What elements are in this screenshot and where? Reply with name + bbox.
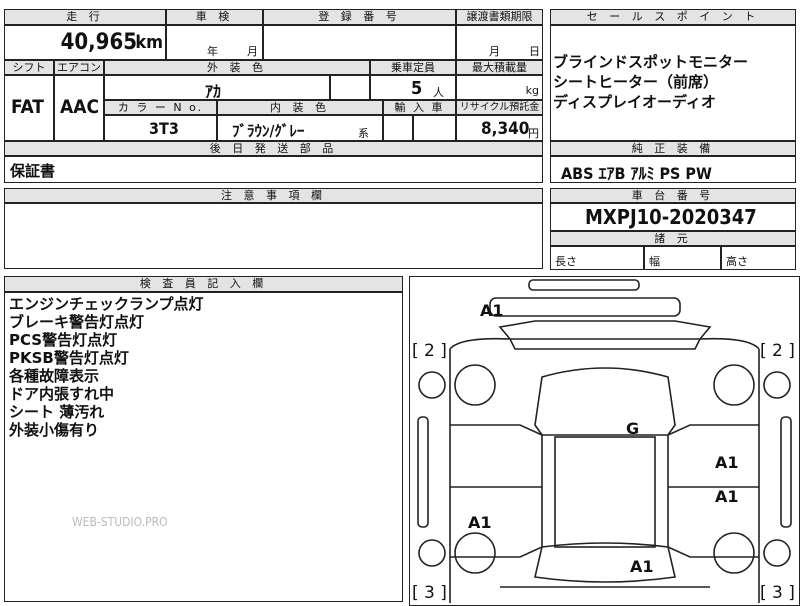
recycle-cell: 8,340 円 <box>456 115 543 141</box>
mileage-value: 40,965 <box>60 30 137 55</box>
aircon-value: AAC <box>60 96 100 118</box>
transfer-header: 譲渡書類期限 <box>456 9 543 25</box>
damage-mark-a1: A1 <box>715 453 739 472</box>
capacity-value: 5 <box>411 78 423 99</box>
inspector-line: 外装小傷有り <box>9 421 100 439</box>
inspector-line: ブレーキ警告灯点灯 <box>9 313 145 331</box>
sales-point-item: ブラインドスポットモニター <box>553 53 749 71</box>
inspector-line: PCS警告灯点灯 <box>9 331 118 349</box>
bracket-label: [ 2 ] <box>412 341 447 361</box>
later-parts-cell: 保証書 <box>4 156 543 183</box>
exterior-color-extra-cell <box>330 75 370 100</box>
max-load-header: 最大積載量 <box>456 60 543 75</box>
inspector-line: エンジンチェックランプ点灯 <box>9 295 204 313</box>
load-unit: kg <box>525 84 539 97</box>
damage-mark-g: G <box>626 419 640 438</box>
interior-color-header: 内 装 色 <box>217 100 383 115</box>
interior-suffix: 系 <box>358 127 369 140</box>
transfer-cell: 月 日 <box>456 25 543 60</box>
dim-height-cell: 高さ <box>721 246 796 270</box>
interior-color-value: ﾌﾞﾗｳﾝ/ｸﾞﾚｰ <box>232 122 305 140</box>
exterior-color-cell: ｱｶ <box>104 75 330 101</box>
transfer-month: 月 <box>489 45 500 58</box>
damage-mark-a1: A1 <box>715 487 739 506</box>
inspection-month: 月 <box>247 45 258 58</box>
damage-mark-a1: A1 <box>480 301 504 320</box>
registration-header: 登 録 番 号 <box>263 9 456 25</box>
capacity-header: 乗車定員 <box>370 60 456 75</box>
bracket-label: [ 2 ] <box>760 341 795 361</box>
dim-length-label: 長さ <box>555 255 577 268</box>
car-diagram: A1 G A1 A1 A1 A1 [ 2 ] [ 2 ] [ 3 ] [ 3 ] <box>409 276 800 606</box>
bracket-label: [ 3 ] <box>412 583 447 603</box>
damage-mark-a1: A1 <box>468 513 492 532</box>
inspector-line: 各種故障表示 <box>9 367 100 385</box>
sales-point-item: シートヒーター（前席） <box>553 73 719 91</box>
chassis-value: MXPJ10-2020347 <box>585 205 757 229</box>
equipment-cell: ABS ｴｱB ｱﾙﾐ PS PW <box>550 156 796 183</box>
capacity-cell: 5 人 <box>370 75 456 100</box>
inspection-year: 年 <box>207 45 218 58</box>
color-no-cell: 3T3 <box>104 115 217 141</box>
mileage-unit: km <box>135 32 163 53</box>
recycle-header: リサイクル預託金 <box>456 100 543 115</box>
equipment-value: ABS ｴｱB ｱﾙﾐ PS PW <box>561 164 712 183</box>
car-outline-drawing <box>417 279 792 603</box>
capacity-unit: 人 <box>433 86 444 99</box>
notes-header: 注 意 事 項 欄 <box>4 188 543 203</box>
chassis-header: 車 台 番 号 <box>550 188 796 203</box>
inspection-cell: 年 月 <box>166 25 263 60</box>
dim-length-cell: 長さ <box>550 246 644 270</box>
recycle-unit: 円 <box>528 127 539 140</box>
color-no-value: 3T3 <box>149 119 179 138</box>
inspector-line: PKSB警告灯点灯 <box>9 349 129 367</box>
import-cell-b <box>413 115 456 141</box>
sales-point-item: ディスプレイオーディオ <box>553 93 716 111</box>
inspection-header: 車 検 <box>166 9 263 25</box>
max-load-cell: kg <box>456 75 543 100</box>
watermark: WEB-STUDIO.PRO <box>72 515 168 529</box>
dim-width-label: 幅 <box>649 255 660 268</box>
later-parts-value: 保証書 <box>10 162 56 180</box>
sales-points-cell: ブラインドスポットモニター シートヒーター（前席） ディスプレイオーディオ <box>550 25 796 141</box>
inspector-cell: エンジンチェックランプ点灯 ブレーキ警告灯点灯 PCS警告灯点灯 PKSB警告灯… <box>4 292 403 602</box>
aircon-header: エアコン <box>54 60 104 75</box>
exterior-color-header: 外 装 色 <box>104 60 370 75</box>
mileage-header: 走 行 <box>4 9 166 25</box>
shift-header: シフト <box>4 60 54 75</box>
exterior-color-value: ｱｶ <box>205 82 222 101</box>
later-parts-header: 後 日 発 送 部 品 <box>4 141 543 156</box>
import-header: 輸 入 車 <box>383 100 456 115</box>
shift-value: FAT <box>11 96 44 118</box>
registration-cell <box>263 25 456 60</box>
dim-width-cell: 幅 <box>644 246 721 270</box>
inspector-line: シート 薄汚れ <box>9 403 105 421</box>
equipment-header: 純 正 装 備 <box>550 141 796 156</box>
inspector-header: 検 査 員 記 入 欄 <box>4 276 403 292</box>
notes-cell <box>4 203 543 269</box>
dim-height-label: 高さ <box>726 255 748 268</box>
sales-points-header: セ ー ル ス ポ イ ン ト <box>550 9 796 25</box>
aircon-cell: AAC <box>54 75 104 141</box>
damage-mark-a1: A1 <box>630 557 654 576</box>
chassis-cell: MXPJ10-2020347 <box>550 203 796 231</box>
shift-cell: FAT <box>4 75 54 141</box>
dimensions-header: 諸 元 <box>550 231 796 246</box>
color-no-header: カ ラ ー N o. <box>104 100 217 115</box>
transfer-day: 日 <box>529 45 540 58</box>
interior-color-cell: ﾌﾞﾗｳﾝ/ｸﾞﾚｰ 系 <box>217 115 383 141</box>
recycle-value: 8,340 <box>481 119 530 139</box>
bracket-label: [ 3 ] <box>760 583 795 603</box>
import-cell-a <box>383 115 413 141</box>
mileage-cell: 40,965 km <box>4 25 166 60</box>
inspector-line: ドア内張すれ中 <box>9 385 115 403</box>
